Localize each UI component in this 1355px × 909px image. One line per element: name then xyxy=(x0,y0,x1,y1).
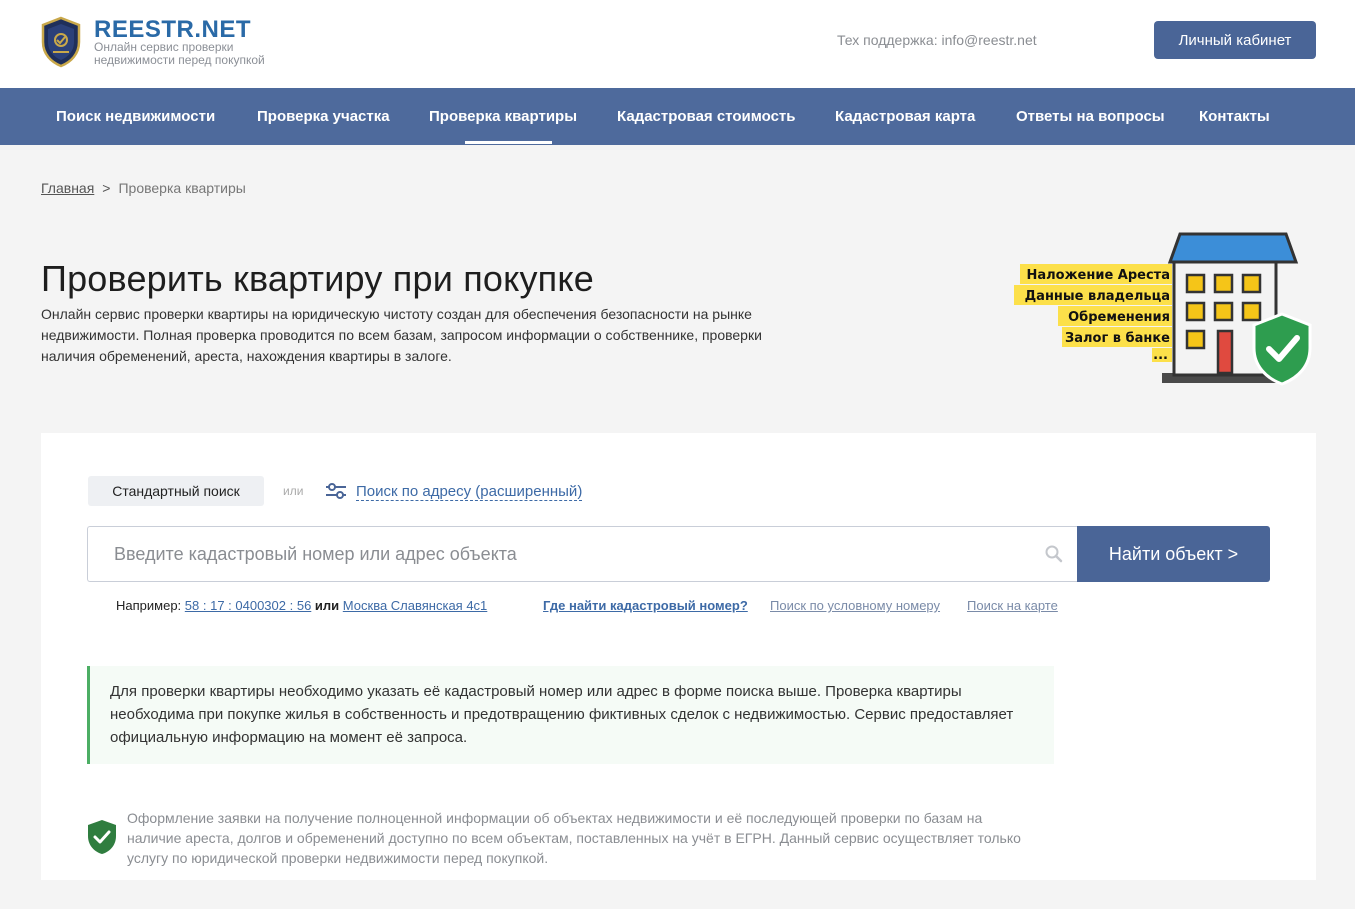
breadcrumb: Главная > Проверка квартиры xyxy=(41,180,246,196)
search-icon[interactable] xyxy=(1045,545,1063,563)
breadcrumb-home-link[interactable]: Главная xyxy=(41,180,94,196)
map-search-link[interactable]: Поиск на карте xyxy=(967,598,1058,613)
info-box: Для проверки квартиры необходимо указать… xyxy=(87,666,1054,764)
search-card: Стандартный поиск или Поиск по адресу (р… xyxy=(41,433,1316,880)
nav-item-cadastral-value[interactable]: Кадастровая стоимость xyxy=(617,88,796,145)
example-cadastral-link[interactable]: 58 : 17 : 0400302 : 56 xyxy=(185,598,312,613)
page-title: Проверить квартиру при покупке xyxy=(41,258,594,299)
check-shield-icon xyxy=(88,820,116,854)
nav-item-property-search[interactable]: Поиск недвижимости xyxy=(56,88,215,145)
nav-item-faq[interactable]: Ответы на вопросы xyxy=(1016,88,1165,145)
main-nav: Поиск недвижимости Проверка участка Пров… xyxy=(0,88,1355,145)
breadcrumb-separator: > xyxy=(102,180,111,196)
illustration-label-more: ... xyxy=(1153,348,1168,363)
shield-logo-icon xyxy=(41,16,81,68)
examples-or: или xyxy=(314,598,340,613)
sliders-icon[interactable] xyxy=(324,482,348,500)
logo-subtitle: Онлайн сервис проверки недвижимости пере… xyxy=(94,40,265,67)
example-address-link[interactable]: Москва Славянская 4с1 xyxy=(343,598,488,613)
advanced-address-search-link[interactable]: Поиск по адресу (расширенный) xyxy=(356,483,583,501)
nav-item-land-check[interactable]: Проверка участка xyxy=(257,88,390,145)
nav-item-contacts[interactable]: Контакты xyxy=(1199,88,1270,145)
support-contact: Тех поддержка: info@reestr.net xyxy=(837,32,1037,48)
illustration-label-arrest: Наложение Ареста xyxy=(1027,268,1171,283)
search-input[interactable] xyxy=(87,526,1077,582)
or-label: или xyxy=(283,484,304,498)
disclaimer-note: Оформление заявки на получение полноценн… xyxy=(127,810,1021,866)
illustration-label-owner: Данные владельца xyxy=(1025,289,1170,304)
examples-prefix: Например: xyxy=(116,598,182,613)
illustration-label-encumbrance: Обременения xyxy=(1068,310,1170,325)
building-check-illustration: Наложение Ареста Данные владельца Обреме… xyxy=(1014,232,1312,386)
active-nav-indicator xyxy=(465,141,552,144)
logo[interactable]: REESTR.NET Онлайн сервис проверки недвиж… xyxy=(40,16,290,74)
search-examples: Например: 58 : 17 : 0400302 : 56 или Мос… xyxy=(116,598,487,613)
where-cadastral-link[interactable]: Где найти кадастровый номер? xyxy=(543,598,748,613)
find-object-button[interactable]: Найти объект > xyxy=(1077,526,1270,582)
breadcrumb-current: Проверка квартиры xyxy=(118,180,246,196)
site-header: REESTR.NET Онлайн сервис проверки недвиж… xyxy=(0,0,1355,88)
personal-cabinet-button[interactable]: Личный кабинет xyxy=(1154,21,1316,59)
intro-text: Онлайн сервис проверки квартиры на юриди… xyxy=(41,306,762,364)
nav-item-cadastral-map[interactable]: Кадастровая карта xyxy=(835,88,975,145)
tab-standard-search[interactable]: Стандартный поиск xyxy=(88,476,264,506)
nav-item-apartment-check[interactable]: Проверка квартиры xyxy=(429,88,577,145)
illustration-label-pledge: Залог в банке xyxy=(1065,331,1170,346)
conditional-number-link[interactable]: Поиск по условному номеру xyxy=(770,598,940,613)
